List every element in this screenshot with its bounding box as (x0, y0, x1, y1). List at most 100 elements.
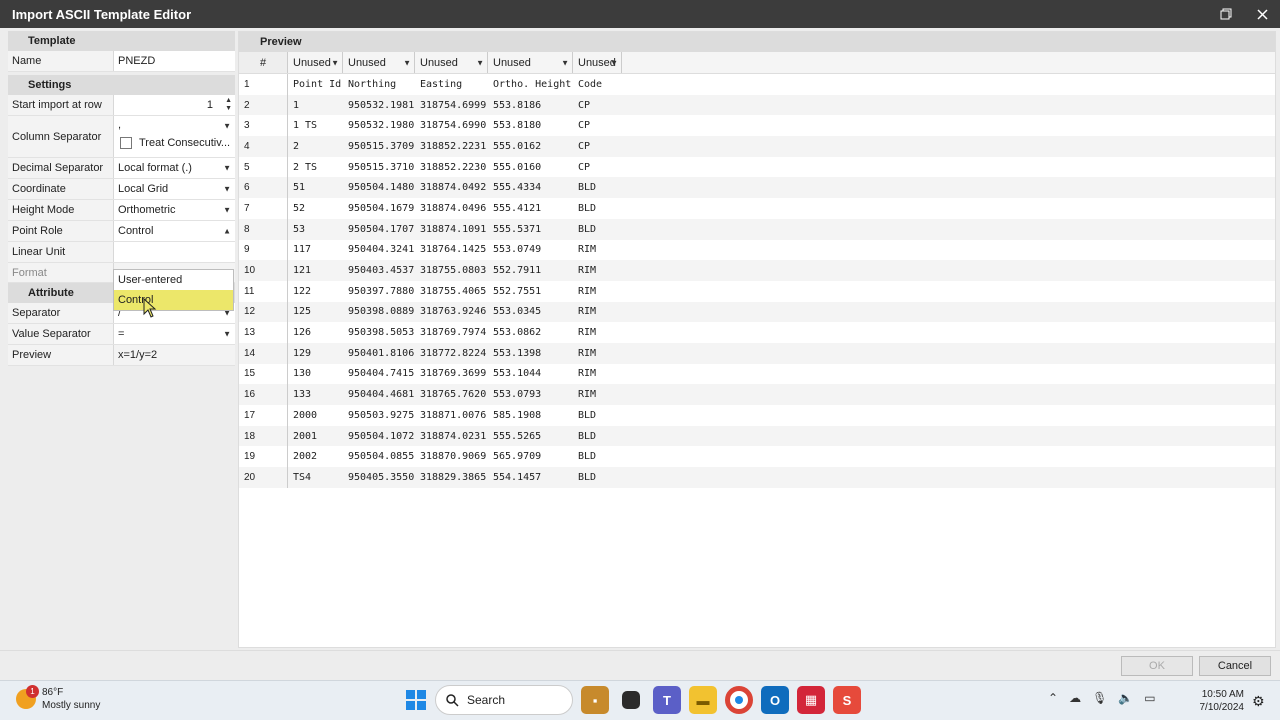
table-cell: 318874.0496 (420, 202, 487, 214)
table-cell: 318764.1425 (420, 244, 487, 256)
table-row: 7 52 950504.1679 318874.0496 555.4121 BLD (239, 198, 1275, 219)
chevron-up-icon[interactable]: ⌃ (1048, 691, 1058, 705)
treat-consecutive-checkbox[interactable]: Treat Consecutiv... (118, 137, 230, 149)
table-cell: 553.8180 (493, 120, 542, 132)
clock[interactable]: 10:50 AM 7/10/2024 (1190, 688, 1245, 714)
start-row-row: Start import at row 1 ▲ ▼ (8, 95, 235, 116)
table-cell: Easting (420, 78, 463, 90)
gear-icon[interactable]: ⚙ (1252, 693, 1265, 710)
table-cell: 554.1457 (493, 471, 542, 483)
table-cell: BLD (578, 471, 597, 483)
app-red-icon[interactable]: ▦ (797, 686, 825, 714)
microphone-icon[interactable]: 🎙 (1092, 691, 1107, 705)
speaker-icon[interactable]: 🔈 (1118, 691, 1133, 705)
row-index-cell: 16 (239, 384, 288, 405)
row-index-cell: 17 (239, 405, 288, 426)
name-label: Name (12, 55, 42, 67)
table-cell: 950404.7415 (348, 368, 415, 380)
preview-section-header: Preview (239, 32, 1275, 52)
column-separator-field[interactable]: , ▼ Treat Consecutiv... (113, 116, 235, 157)
table-cell: 565.9709 (493, 451, 542, 463)
table-cell: Northing (348, 78, 397, 90)
point-role-select[interactable]: Control ▲ (113, 221, 235, 241)
chevron-up-icon: ▲ (223, 226, 231, 236)
table-cell: 553.0345 (493, 306, 542, 318)
column-type-select-5[interactable]: Unused ▼ (573, 52, 622, 73)
system-tray: ⌃ ☁ 🎙 🔈 ▭ (1048, 691, 1156, 705)
chevron-down-icon: ▼ (476, 58, 484, 67)
close-icon[interactable] (1244, 0, 1280, 28)
attribute-preview-value: x=1/y=2 (113, 345, 235, 365)
chevron-down-icon[interactable]: ▼ (223, 122, 231, 131)
table-cell: 318755.4065 (420, 285, 487, 297)
table-cell: 318829.3865 (420, 471, 487, 483)
task-view-icon[interactable] (622, 691, 640, 709)
chevron-down-icon: ▼ (223, 184, 231, 194)
table-cell: 318870.9069 (420, 451, 487, 463)
chevron-down-icon: ▼ (610, 58, 618, 67)
attribute-preview-label: Preview (12, 349, 52, 361)
briefcase-icon[interactable]: ▪ (581, 686, 609, 714)
stepper-arrows-icon[interactable]: ▲ ▼ (225, 97, 232, 113)
ok-button[interactable]: OK (1121, 656, 1193, 676)
height-mode-row: Height Mode Orthometric ▼ (8, 200, 235, 221)
table-cell: 129 (293, 347, 312, 359)
start-row-stepper[interactable]: 1 ▲ ▼ (113, 95, 235, 115)
table-cell: 555.0162 (493, 140, 542, 152)
cancel-button[interactable]: Cancel (1199, 656, 1271, 676)
table-cell: 950504.1072 (348, 430, 415, 442)
table-cell: 2001 (293, 430, 318, 442)
row-index-cell: 9 (239, 239, 288, 261)
table-cell: 555.5371 (493, 223, 542, 235)
windows-start-icon[interactable] (405, 689, 427, 711)
value-separator-row: Value Separator = ▼ (8, 324, 235, 345)
table-cell: CP (578, 140, 591, 152)
table-cell: 318852.2230 (420, 161, 487, 173)
outlook-icon[interactable]: O (761, 686, 789, 714)
dropdown-option-user-entered[interactable]: User-entered (114, 270, 233, 290)
app-s-icon[interactable]: S (833, 686, 861, 714)
table-cell: 552.7911 (493, 265, 542, 277)
column-type-select-2[interactable]: Unused ▼ (343, 52, 415, 73)
table-cell: 555.4334 (493, 182, 542, 194)
linear-unit-label: Linear Unit (12, 246, 66, 258)
column-type-select-3[interactable]: Unused ▼ (415, 52, 488, 73)
linear-unit-select[interactable] (113, 242, 235, 262)
table-cell: 318871.0076 (420, 409, 487, 421)
table-cell: RIM (578, 265, 597, 277)
table-cell: 318754.6990 (420, 120, 487, 132)
file-explorer-icon[interactable]: ▬ (689, 686, 717, 714)
dropdown-option-control[interactable]: Control (114, 290, 233, 310)
column-type-select-4[interactable]: Unused ▼ (488, 52, 573, 73)
table-row: 16 133 950404.4681 318765.7620 553.0793 RIM (239, 384, 1275, 405)
value-separator-select[interactable]: = ▼ (113, 324, 235, 344)
chevron-down-icon: ▼ (331, 58, 339, 67)
chrome-icon[interactable] (725, 686, 753, 714)
chevron-down-icon: ▼ (561, 58, 569, 67)
properties-panel: Template Name PNEZD Settings Start impor… (8, 31, 235, 366)
column-type-select-1[interactable]: Unused ▼ (288, 52, 343, 73)
decimal-separator-select[interactable]: Local format (.) ▼ (113, 158, 235, 178)
battery-icon[interactable]: ▭ (1144, 691, 1155, 705)
taskbar-search[interactable]: Search (435, 685, 573, 715)
table-row: 12 125 950398.0889 318763.9246 553.0345 RIM (239, 301, 1275, 323)
cloud-icon[interactable]: ☁ (1069, 691, 1081, 705)
teams-icon[interactable]: T (653, 686, 681, 714)
checkbox-icon[interactable] (120, 137, 132, 149)
table-cell: 318769.3699 (420, 368, 487, 380)
table-cell: 950515.3710 (348, 161, 415, 173)
name-input[interactable]: PNEZD (113, 51, 235, 71)
column-separator-value: , (118, 119, 122, 131)
table-cell: 2000 (293, 409, 318, 421)
coordinate-select[interactable]: Local Grid ▼ (113, 179, 235, 199)
table-row: 15 130 950404.7415 318769.3699 553.1044 RIM (239, 363, 1275, 385)
restore-icon[interactable] (1208, 0, 1244, 28)
row-index-cell: 10 (239, 260, 288, 281)
table-cell: 117 (293, 244, 312, 256)
height-mode-select[interactable]: Orthometric ▼ (113, 200, 235, 220)
height-mode-value: Orthometric (118, 204, 176, 216)
row-index-cell: 11 (239, 280, 288, 302)
treat-consecutive-label: Treat Consecutiv... (139, 137, 231, 149)
weather-widget[interactable]: 1 86°F Mostly sunny (16, 685, 100, 712)
table-cell: 121 (293, 265, 312, 277)
